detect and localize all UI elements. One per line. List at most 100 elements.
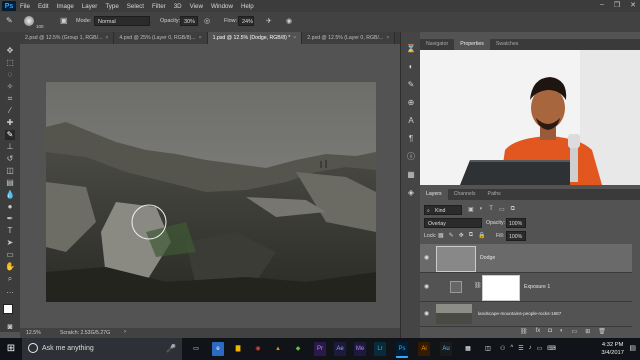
hand-tool-icon[interactable]: ✋ [5, 262, 15, 272]
clone-stamp-tool-icon[interactable]: ⊥ [5, 142, 15, 152]
tab-properties[interactable]: Properties [454, 39, 490, 50]
close-icon[interactable]: × [293, 35, 296, 41]
after-effects-icon[interactable]: Ae [334, 342, 346, 356]
vlc-icon[interactable]: ▲ [272, 342, 284, 356]
menu-window[interactable]: Window [211, 3, 233, 10]
tab-navigator[interactable]: Navigator [420, 39, 454, 50]
pressure-opacity-icon[interactable]: ◎ [204, 17, 210, 25]
zoom-level[interactable]: 12.5% [26, 330, 41, 336]
chrome-icon[interactable]: ◉ [252, 342, 264, 356]
illustrator-icon[interactable]: Ai [418, 342, 430, 356]
history-panel-icon[interactable]: ⌛ [406, 44, 416, 54]
close-icon[interactable]: × [105, 35, 108, 41]
status-menu-arrow-icon[interactable]: › [124, 329, 126, 335]
visibility-eye-icon[interactable]: ◉ [424, 283, 429, 290]
volume-icon[interactable]: ♪ [529, 345, 532, 352]
new-group-icon[interactable]: ▭ [572, 328, 578, 335]
tab-paths[interactable]: Paths [482, 189, 507, 200]
microphone-icon[interactable]: 🎤 [166, 344, 176, 353]
premiere-icon[interactable]: Pr [314, 342, 326, 356]
adjustment-filter-icon[interactable]: ◐ [480, 206, 484, 213]
cortana-search-box[interactable]: Ask me anything 🎤 [22, 338, 182, 360]
file-explorer-icon[interactable]: ▇ [232, 342, 244, 356]
libraries-panel-icon[interactable]: ▦ [406, 170, 416, 180]
character-panel-icon[interactable]: A [406, 116, 416, 126]
delete-layer-icon[interactable]: 🗑 [598, 328, 606, 335]
close-icon[interactable]: × [199, 35, 202, 41]
lock-position-icon[interactable]: ✥ [459, 232, 464, 239]
foreground-color-swatch[interactable] [3, 304, 13, 314]
quick-mask-icon[interactable]: ◙ [5, 322, 15, 332]
eyedropper-tool-icon[interactable]: ⁄ [5, 106, 15, 116]
layer-name[interactable]: Exposure 1 [524, 284, 550, 290]
airbrush-icon[interactable]: ✈ [266, 17, 272, 25]
menu-edit[interactable]: Edit [38, 3, 49, 10]
eraser-tool-icon[interactable]: ◫ [5, 166, 15, 176]
dodge-tool-icon[interactable]: ● [5, 202, 15, 212]
type-filter-icon[interactable]: T [489, 206, 493, 213]
menu-view[interactable]: View [190, 3, 203, 10]
tab-document-1[interactable]: 2.psd @ 12.5% (Group 1, RGB/... × [20, 32, 115, 44]
zoom-tool-icon[interactable]: ⌕ [5, 274, 15, 284]
network-icon[interactable]: ☰ [518, 345, 523, 352]
people-icon[interactable]: ⚇ [500, 345, 505, 352]
lock-artboard-icon[interactable]: ⧉ [469, 232, 473, 239]
minimize-icon[interactable]: – [600, 1, 604, 9]
layer-row-dodge[interactable]: ◉ Dodge [420, 244, 632, 273]
menu-filter[interactable]: Filter [152, 3, 166, 10]
brush-panel-icon[interactable]: ✎ [406, 80, 416, 90]
task-view-icon[interactable]: ▭ [190, 342, 202, 356]
layer-mask-thumbnail[interactable] [482, 275, 520, 301]
blend-mode-select[interactable]: Overlay [424, 218, 482, 228]
layer-opacity-field[interactable]: 100% [506, 218, 526, 228]
menu-image[interactable]: Image [57, 3, 74, 10]
tab-document-4[interactable]: 2.psd @ 12.5% (Layer 0, RGB/... × [302, 32, 396, 44]
lock-all-icon[interactable]: 🔒 [478, 232, 485, 239]
audition-icon[interactable]: Au [440, 342, 452, 356]
green-app-icon[interactable]: ◆ [292, 342, 304, 356]
layer-name[interactable]: landscape-mountains-people-rocks-1687 [478, 311, 561, 316]
crop-tool-icon[interactable]: ⌗ [5, 94, 15, 104]
shape-tool-icon[interactable]: ▭ [5, 250, 15, 260]
marquee-tool-icon[interactable]: ⬚ [5, 58, 15, 68]
menu-3d[interactable]: 3D [174, 3, 182, 10]
brush-panel-icon[interactable]: ▣ [60, 16, 68, 25]
layer-style-icon[interactable]: fx [536, 328, 541, 335]
tab-document-2[interactable]: 4.psd @ 25% (Layer 0, RGB/8)... × [114, 32, 208, 44]
link-chain-icon[interactable]: ⛓ [474, 282, 482, 289]
close-icon[interactable]: ✕ [630, 1, 636, 9]
healing-brush-tool-icon[interactable]: ✚ [5, 118, 15, 128]
close-icon[interactable]: × [386, 35, 389, 41]
info-panel-icon[interactable]: ⓘ [406, 152, 416, 162]
quick-select-tool-icon[interactable]: ✧ [5, 82, 15, 92]
action-center-icon[interactable]: ▤ [629, 344, 636, 352]
tab-channels[interactable]: Channels [448, 189, 482, 200]
history-brush-tool-icon[interactable]: ↺ [5, 154, 15, 164]
layer-row-exposure[interactable]: ◉ ⛓ Exposure 1 [420, 273, 632, 302]
visibility-eye-icon[interactable]: ◉ [424, 310, 429, 317]
menu-select[interactable]: Select [127, 3, 144, 10]
windows-start-icon[interactable]: ⊞ [0, 338, 22, 360]
battery-icon[interactable]: ▭ [537, 345, 543, 352]
flow-field[interactable]: 24% [238, 16, 254, 26]
menu-layer[interactable]: Layer [82, 3, 97, 10]
tab-swatches[interactable]: Swatches [490, 39, 525, 50]
lasso-tool-icon[interactable]: ◌ [5, 70, 15, 80]
app-icon-generic[interactable]: ◫ [482, 342, 494, 356]
menu-type[interactable]: Type [105, 3, 118, 10]
layer-filter-select[interactable]: ⌕ Kind [424, 205, 462, 215]
lightroom-icon[interactable]: Lr [374, 342, 386, 356]
type-tool-icon[interactable]: T [5, 226, 15, 236]
adjustments-panel-icon[interactable]: ◐ [406, 62, 416, 72]
layer-fill-field[interactable]: 100% [506, 231, 526, 241]
paragraph-panel-icon[interactable]: ¶ [406, 134, 416, 144]
media-encoder-icon[interactable]: Me [354, 342, 366, 356]
new-adjustment-icon[interactable]: ◐ [560, 328, 564, 335]
link-layers-icon[interactable]: ⛓ [520, 328, 528, 335]
taskbar-clock[interactable]: 4:32 PM 3/4/2017 [601, 341, 624, 357]
blur-tool-icon[interactable]: 💧 [5, 190, 15, 200]
brush-preview-icon[interactable] [24, 16, 34, 26]
more-tools-icon[interactable]: … [5, 286, 15, 296]
brush-tool-icon[interactable]: ✎ [5, 130, 15, 140]
gradient-tool-icon[interactable]: ▤ [5, 178, 15, 188]
